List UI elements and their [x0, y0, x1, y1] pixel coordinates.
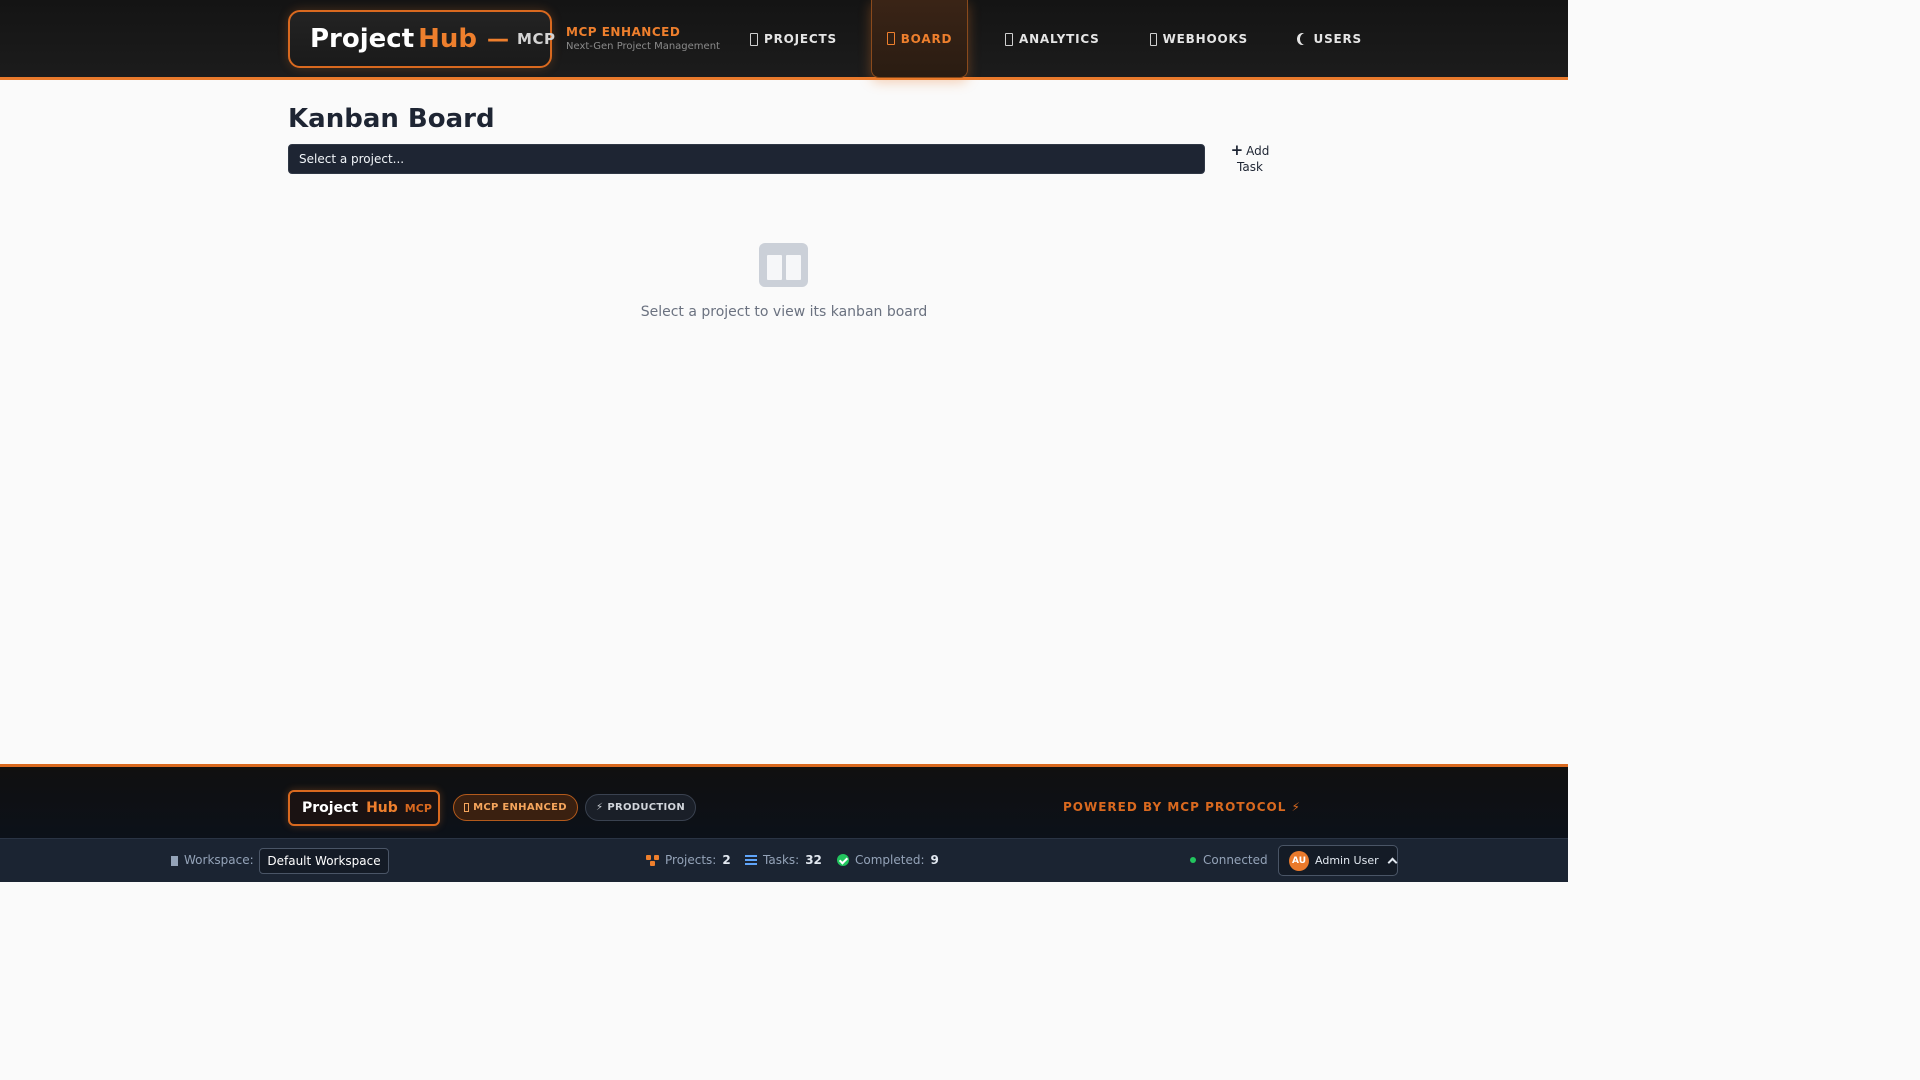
brand-tag-subtitle: Next-Gen Project Management [566, 41, 720, 52]
chart-icon [1005, 32, 1013, 46]
tasks-list-icon [745, 855, 757, 865]
logo-mcp-text: MCP [517, 30, 556, 48]
webhook-icon [1150, 32, 1157, 46]
rocket-icon [464, 803, 470, 812]
stat-completed: Completed: 9 [837, 853, 939, 867]
nav-users-label: USERS [1313, 32, 1362, 46]
nav-webhooks[interactable]: WEBHOOKS [1150, 0, 1248, 78]
powered-by-text: POWERED BY MCP PROTOCOL ⚡ [1063, 800, 1301, 814]
status-dot-icon [1190, 857, 1196, 863]
footer-logo-project: Project [302, 800, 359, 816]
project-diagram-icon [646, 854, 659, 866]
stat-completed-value: 9 [930, 853, 939, 867]
logo-dash: — [487, 26, 510, 52]
user-name: Admin User [1315, 854, 1379, 867]
stat-projects-value: 2 [722, 853, 731, 867]
project-select-value: Select a project... [299, 152, 405, 166]
footer-logo-mcp: MCP [404, 801, 432, 815]
nav-board[interactable]: BOARD [871, 0, 968, 78]
avatar: AU [1289, 850, 1309, 871]
add-task-button[interactable]: + Add Task [1224, 142, 1276, 175]
check-circle-icon [837, 854, 849, 866]
workspace-label-text: Workspace: [184, 853, 254, 867]
production-badge: ⚡ PRODUCTION [585, 794, 696, 821]
top-navbar: Project Hub — MCP MCP ENHANCED Next-Gen … [0, 0, 1568, 80]
app-logo[interactable]: Project Hub — MCP [288, 10, 556, 68]
stat-tasks-label: Tasks: [763, 853, 800, 867]
nav-analytics[interactable]: ANALYTICS [1005, 0, 1100, 78]
stat-tasks-value: 32 [805, 853, 822, 867]
workspace-selector[interactable]: Default Workspace [259, 848, 389, 874]
footer-logo: Project Hub MCP [288, 790, 440, 826]
logo-hub-text: Hub [418, 24, 478, 54]
footer: Project Hub MCP MCP ENHANCED ⚡ PRODUCTIO… [0, 764, 1568, 838]
page-title: Kanban Board [288, 104, 495, 134]
chevron-up-icon [1387, 857, 1398, 868]
columns-icon [759, 243, 808, 287]
project-select[interactable]: Select a project... [288, 144, 1205, 174]
nav-webhooks-label: WEBHOOKS [1162, 32, 1248, 46]
connection-status: Connected [1190, 853, 1268, 867]
mcp-enhanced-badge: MCP ENHANCED [453, 794, 578, 821]
logo-project-text: Project [310, 24, 415, 54]
plus-icon: + [1230, 141, 1244, 159]
nav-projects-label: PROJECTS [764, 32, 837, 46]
empty-state-text: Select a project to view its kanban boar… [640, 304, 928, 320]
folder-icon [750, 32, 758, 46]
stat-completed-label: Completed: [855, 853, 925, 867]
lightning-icon: ⚡ [595, 802, 604, 813]
stat-projects-label: Projects: [665, 853, 717, 867]
status-bar: Workspace: Default Workspace Projects: 2… [0, 838, 1568, 882]
nav-projects[interactable]: PROJECTS [750, 0, 840, 78]
workspace-selector-value: Default Workspace [267, 854, 381, 868]
production-badge-label: PRODUCTION [607, 802, 686, 813]
moon-icon[interactable] [1300, 33, 1311, 45]
brand-tagline: MCP ENHANCED Next-Gen Project Management [566, 25, 720, 52]
footer-logo-hub: Hub [366, 800, 398, 816]
board-icon [886, 32, 895, 45]
stat-projects: Projects: 2 [646, 853, 731, 867]
columns-icon-right-pane [786, 255, 801, 280]
columns-icon-left-pane [767, 255, 782, 280]
nav-users[interactable]: USERS [1296, 0, 1362, 78]
stat-tasks: Tasks: 32 [745, 853, 822, 867]
brand-tag-title: MCP ENHANCED [566, 25, 681, 39]
user-menu-button[interactable]: AU Admin User [1278, 845, 1398, 876]
building-icon [169, 854, 178, 866]
workspace-label: Workspace: [169, 853, 254, 867]
mcp-enhanced-badge-label: MCP ENHANCED [473, 802, 567, 813]
nav-board-label: BOARD [900, 31, 953, 46]
connection-status-text: Connected [1203, 853, 1268, 867]
nav-analytics-label: ANALYTICS [1019, 32, 1100, 46]
